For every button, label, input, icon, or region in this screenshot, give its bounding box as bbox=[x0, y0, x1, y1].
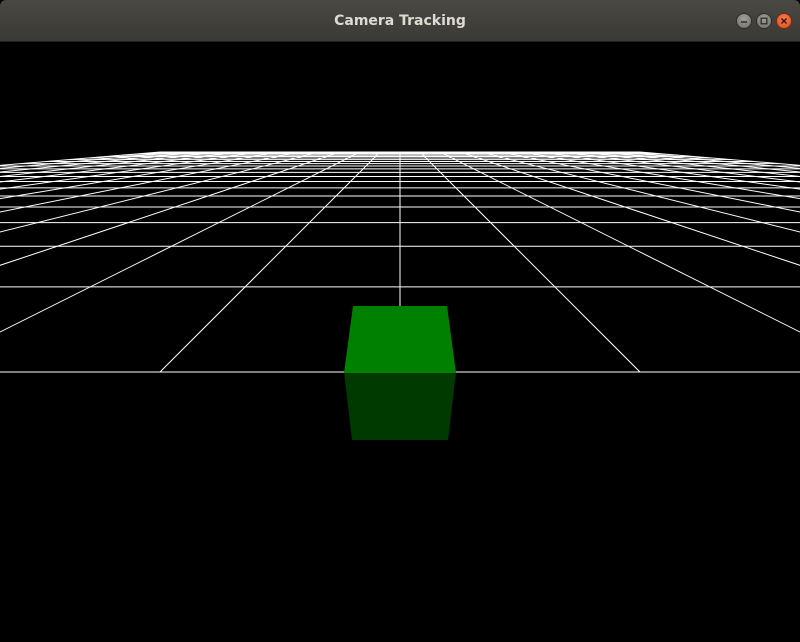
close-icon bbox=[780, 17, 788, 25]
cube-face bbox=[344, 306, 456, 373]
window-title: Camera Tracking bbox=[334, 13, 466, 29]
minimize-button[interactable] bbox=[736, 13, 752, 29]
cube-group bbox=[344, 306, 456, 440]
window-controls bbox=[736, 13, 792, 29]
close-button[interactable] bbox=[776, 13, 792, 29]
3d-viewport[interactable] bbox=[0, 42, 800, 642]
maximize-icon bbox=[760, 17, 768, 25]
title-bar[interactable]: Camera Tracking bbox=[0, 0, 800, 42]
cube-reflection bbox=[344, 372, 456, 440]
app-window: Camera Tracking bbox=[0, 0, 800, 642]
scene-canvas[interactable] bbox=[0, 42, 800, 642]
minimize-icon bbox=[741, 21, 747, 23]
maximize-button[interactable] bbox=[756, 13, 772, 29]
